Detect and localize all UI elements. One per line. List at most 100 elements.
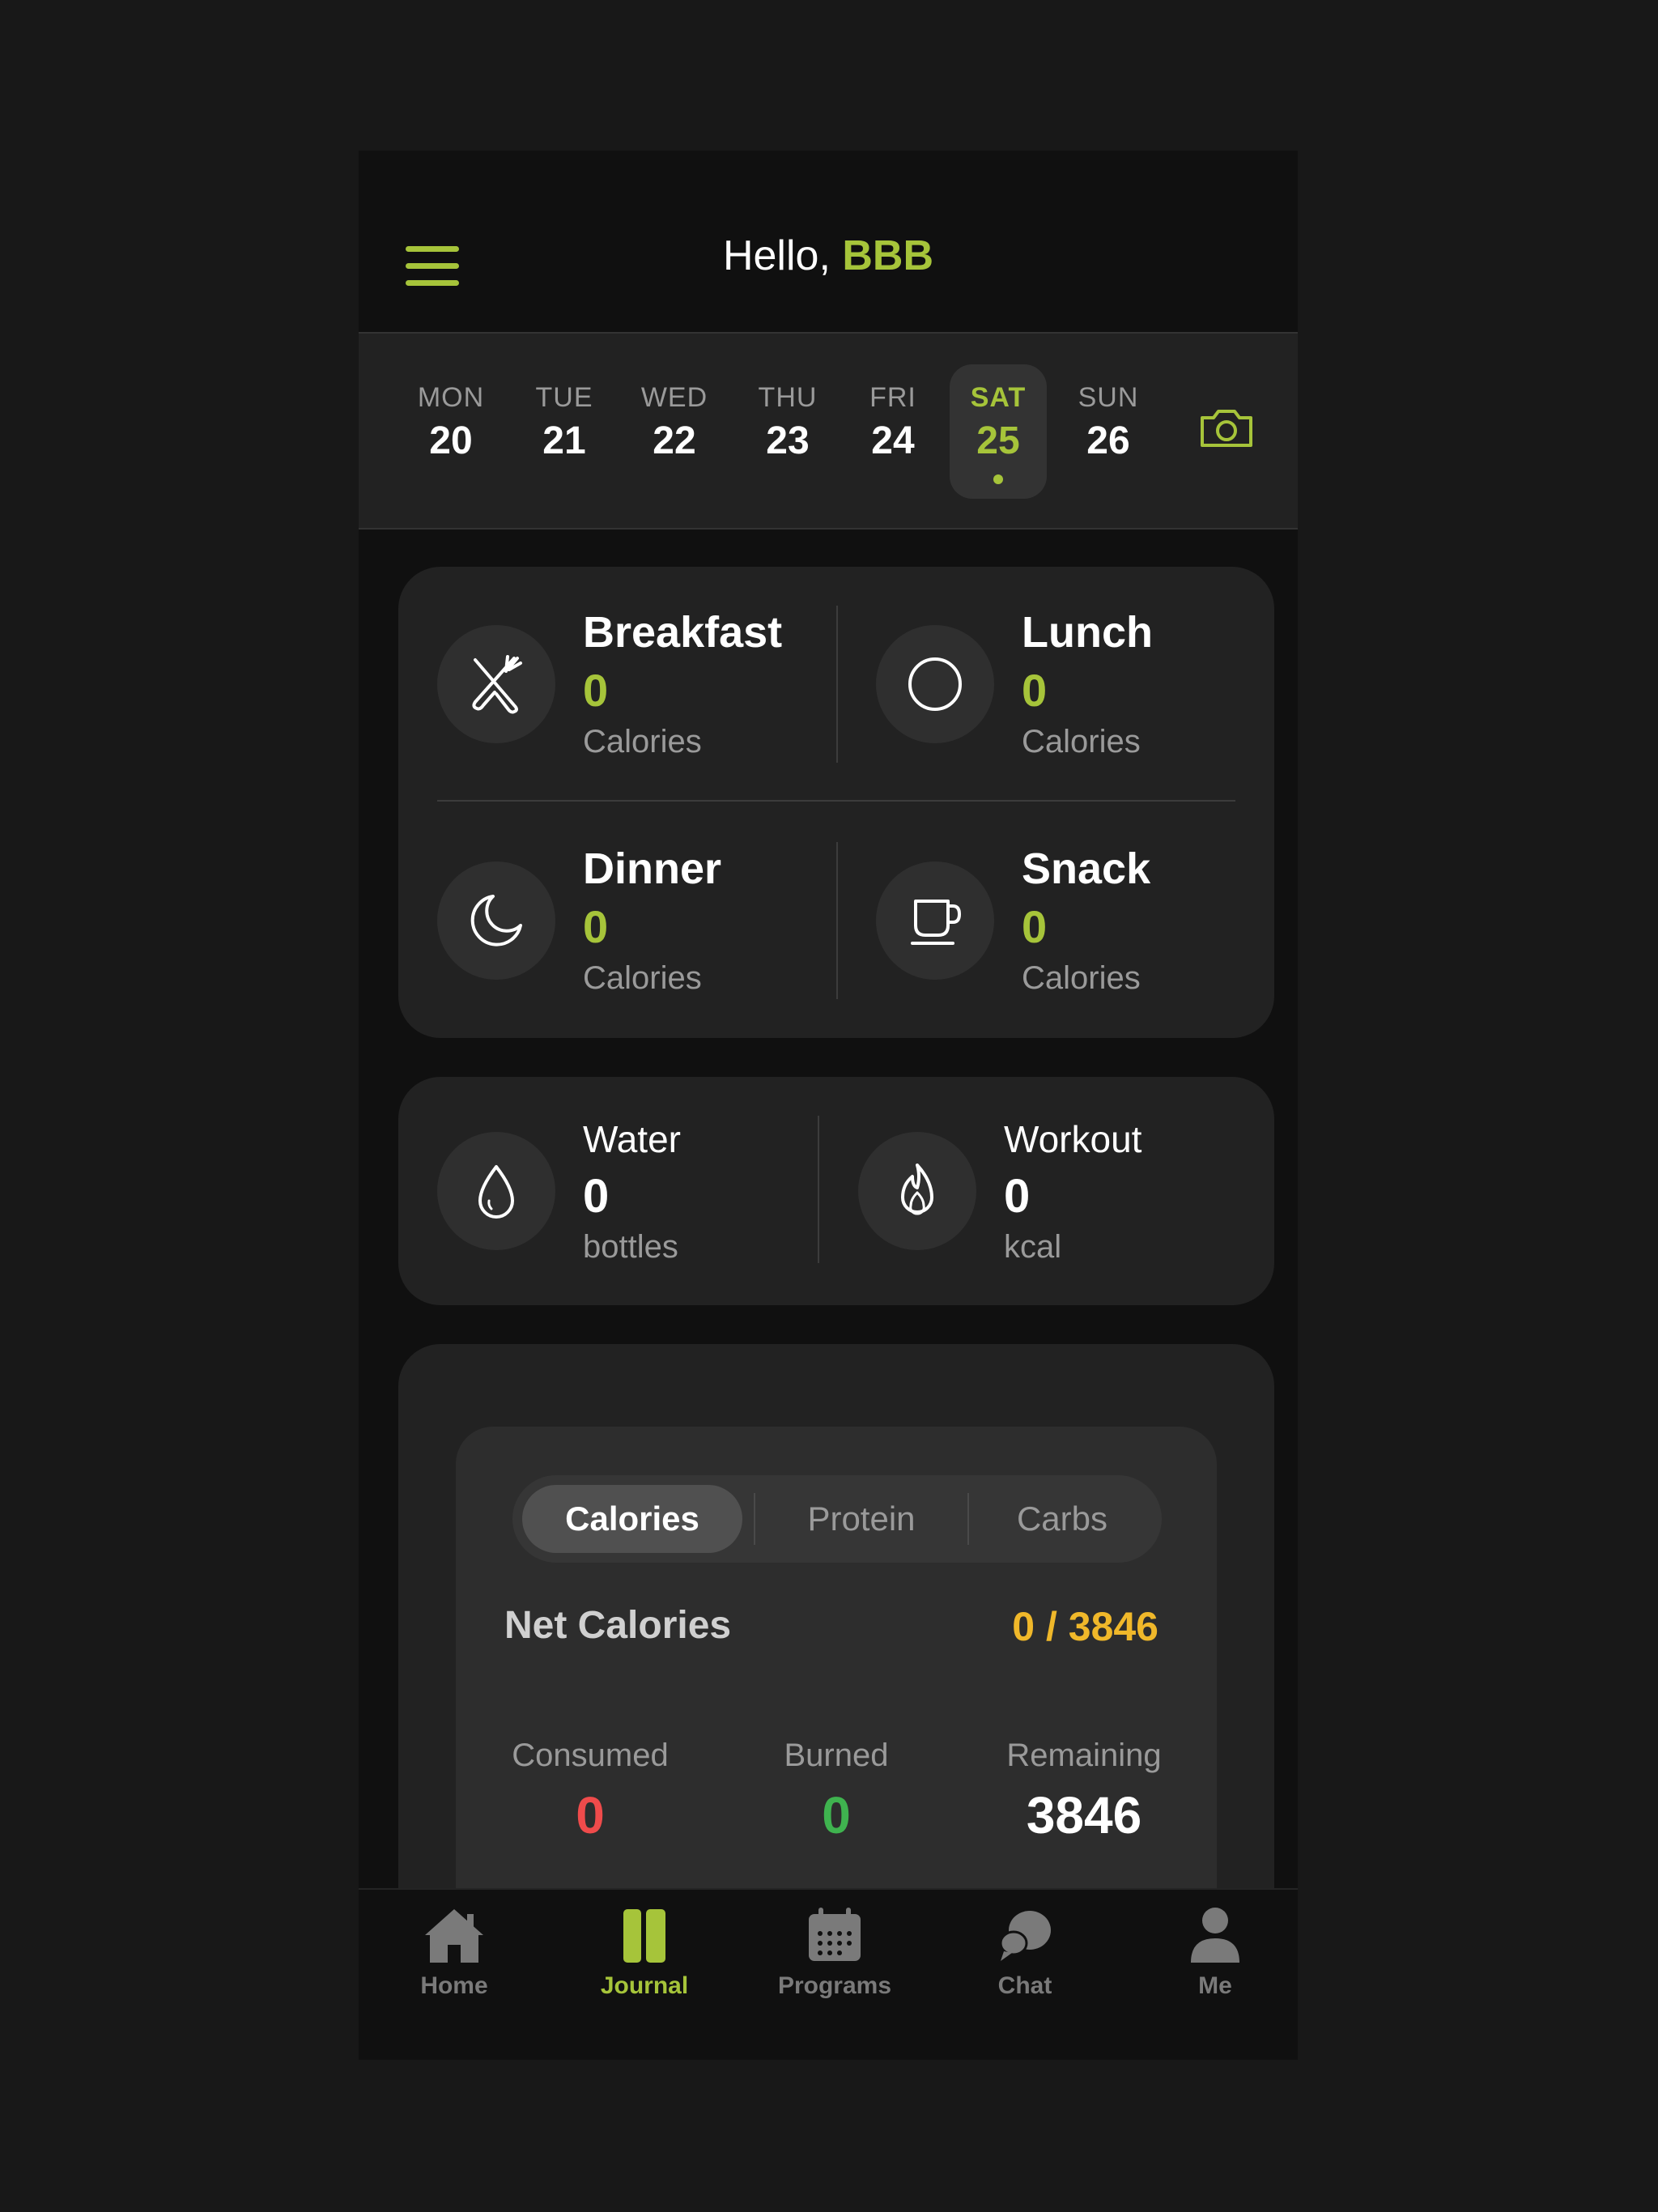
meal-snack[interactable]: Snack 0 Calories xyxy=(837,803,1258,1014)
tab-journal[interactable]: Journal xyxy=(563,1906,725,2027)
tracker-unit: bottles xyxy=(583,1229,678,1265)
meal-title: Breakfast xyxy=(583,608,783,657)
cup-icon xyxy=(911,900,962,945)
day-thu[interactable]: THU 23 xyxy=(739,364,836,499)
net-calories-value: 0 / 3846 xyxy=(1012,1604,1158,1649)
tab-chat[interactable]: Chat xyxy=(944,1906,1106,2027)
day-date: 22 xyxy=(653,419,696,462)
tracker-unit: kcal xyxy=(1004,1229,1062,1265)
stat-value: 0 xyxy=(822,1786,851,1844)
greeting-text: Hello, xyxy=(722,232,831,279)
meal-calories: 0 xyxy=(1022,901,1048,952)
tracking-card: Water 0 bottles Workout 0 kcal xyxy=(398,1077,1274,1305)
stat-label: Remaining xyxy=(1006,1738,1162,1773)
selected-day-dot xyxy=(993,474,1003,484)
meal-unit: Calories xyxy=(583,960,702,996)
day-name: SUN xyxy=(1078,382,1139,413)
tab-label: Home xyxy=(420,1972,488,1999)
day-name: WED xyxy=(640,382,708,413)
flame-icon xyxy=(901,1163,933,1215)
water-drop-icon xyxy=(478,1165,514,1219)
tracker-value: 0 xyxy=(583,1170,610,1223)
tracker-title: Water xyxy=(583,1118,681,1160)
calendar-icon xyxy=(809,1908,861,1961)
tab-home[interactable]: Home xyxy=(373,1906,535,2027)
camera-icon xyxy=(1201,410,1252,447)
day-date: 24 xyxy=(871,419,915,462)
journal-icon xyxy=(623,1909,665,1963)
tab-carbs[interactable]: Carbs xyxy=(972,1485,1152,1553)
meal-dinner[interactable]: Dinner 0 Calories xyxy=(398,803,819,1014)
day-date: 23 xyxy=(766,419,810,462)
header: Hello, BBB xyxy=(359,151,1298,332)
day-name: THU xyxy=(758,382,818,413)
chat-icon xyxy=(999,1911,1051,1961)
tab-programs[interactable]: Programs xyxy=(754,1906,916,2027)
tab-label: Chat xyxy=(997,1972,1052,1999)
day-date: 25 xyxy=(976,419,1020,462)
meal-unit: Calories xyxy=(1022,960,1141,996)
nutrient-segmented-control: Calories Protein Carbs xyxy=(512,1475,1162,1563)
day-sun[interactable]: SUN 26 xyxy=(1060,364,1157,499)
water-tracker[interactable]: Water 0 bottles xyxy=(398,1077,811,1305)
meal-icon-circle xyxy=(437,625,555,743)
meal-icon-circle xyxy=(876,625,994,743)
stat-value: 0 xyxy=(576,1786,605,1844)
meals-card: Breakfast 0 Calories Lunch 0 Calories Di… xyxy=(398,567,1274,1038)
day-date: 21 xyxy=(542,419,586,462)
user-name: BBB xyxy=(842,232,934,279)
divider xyxy=(437,800,1235,802)
day-sat[interactable]: SAT 25 xyxy=(950,364,1047,499)
stat-consumed: Consumed 0 xyxy=(469,1738,712,1845)
plate-icon xyxy=(908,657,962,711)
week-selector: MON 20 TUE 21 WED 22 THU 23 FRI 24 SAT 2… xyxy=(359,332,1298,530)
meal-unit: Calories xyxy=(1022,724,1141,759)
hamburger-line xyxy=(406,280,459,286)
meal-title: Lunch xyxy=(1022,608,1153,657)
meal-title: Dinner xyxy=(583,844,722,893)
meal-title: Snack xyxy=(1022,844,1151,893)
day-wed[interactable]: WED 22 xyxy=(626,364,723,499)
meal-calories: 0 xyxy=(583,665,609,716)
day-name: SAT xyxy=(970,382,1027,413)
meal-icon-circle xyxy=(876,861,994,980)
net-calories-label: Net Calories xyxy=(504,1604,732,1647)
day-date: 26 xyxy=(1086,419,1130,462)
tracker-title: Workout xyxy=(1004,1118,1142,1160)
app-screen: Hello, BBB MON 20 TUE 21 WED 22 THU 23 F… xyxy=(359,151,1298,2060)
fork-knife-icon xyxy=(472,655,522,714)
day-tue[interactable]: TUE 21 xyxy=(516,364,613,499)
day-mon[interactable]: MON 20 xyxy=(402,364,500,499)
stat-burned: Burned 0 xyxy=(715,1738,958,1845)
home-icon xyxy=(425,1909,483,1963)
tracker-icon-circle xyxy=(858,1132,976,1250)
tab-me[interactable]: Me xyxy=(1134,1906,1296,2027)
meal-breakfast[interactable]: Breakfast 0 Calories xyxy=(398,567,819,777)
day-date: 20 xyxy=(429,419,473,462)
stat-value: 3846 xyxy=(1026,1786,1142,1844)
bottom-tab-bar: Home Journal Programs Chat Me xyxy=(359,1888,1298,2060)
person-icon xyxy=(1191,1908,1239,1963)
meal-lunch[interactable]: Lunch 0 Calories xyxy=(837,567,1258,777)
tracker-value: 0 xyxy=(1004,1170,1031,1223)
stat-remaining: Remaining 3846 xyxy=(963,1738,1205,1845)
day-name: TUE xyxy=(535,382,593,413)
greeting: Hello, BBB xyxy=(359,232,1298,280)
meal-calories: 0 xyxy=(1022,665,1048,716)
day-name: FRI xyxy=(869,382,916,413)
divider xyxy=(967,1493,969,1545)
workout-tracker[interactable]: Workout 0 kcal xyxy=(819,1077,1256,1305)
day-name: MON xyxy=(417,382,485,413)
stat-label: Consumed xyxy=(512,1738,669,1773)
meal-icon-circle xyxy=(437,861,555,980)
tracker-icon-circle xyxy=(437,1132,555,1250)
tab-label: Journal xyxy=(600,1972,689,1999)
meal-calories: 0 xyxy=(583,901,609,952)
camera-button[interactable] xyxy=(1197,400,1256,458)
meal-unit: Calories xyxy=(583,724,702,759)
tab-protein[interactable]: Protein xyxy=(759,1485,964,1553)
tab-label: Programs xyxy=(777,1972,892,1999)
tab-calories[interactable]: Calories xyxy=(522,1485,742,1553)
stat-label: Burned xyxy=(784,1738,889,1773)
day-fri[interactable]: FRI 24 xyxy=(844,364,942,499)
